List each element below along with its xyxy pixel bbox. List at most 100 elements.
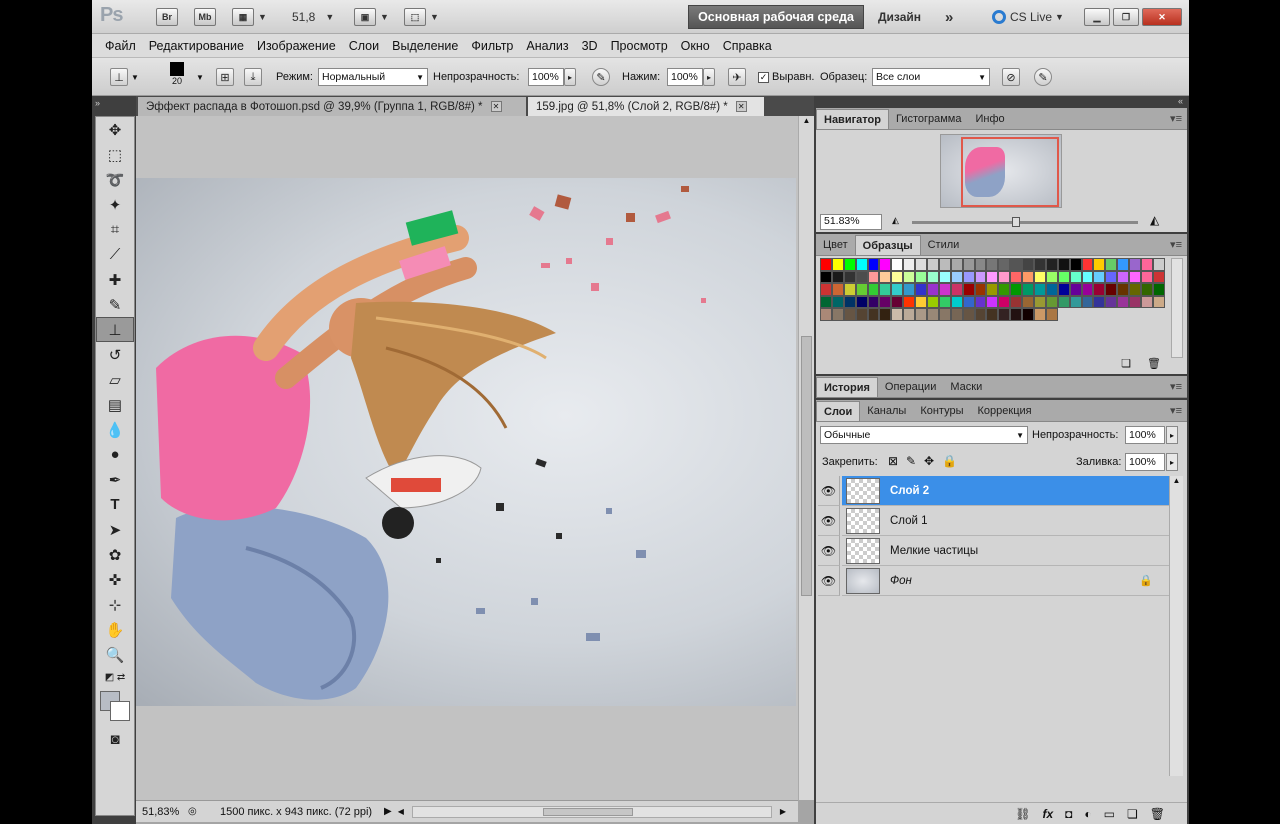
swatch[interactable] [1105,270,1118,283]
swatch[interactable] [998,283,1011,296]
swatch[interactable] [938,295,951,308]
swatch[interactable] [1022,283,1035,296]
swatch[interactable] [867,283,880,296]
tab-adjustments[interactable]: Коррекция [971,401,1039,421]
swatch[interactable] [1057,295,1070,308]
workspace-design-button[interactable]: Дизайн [878,6,921,28]
swatch[interactable] [1034,258,1046,271]
tab-document-2[interactable]: 159.jpg @ 51,8% (Слой 2, RGB/8#) * ✕ [528,97,764,116]
swatch[interactable] [1152,295,1165,308]
swatch[interactable] [1010,258,1023,271]
pressure-opacity-icon[interactable]: ✎ [592,68,610,86]
swatch[interactable] [962,295,975,308]
canvas-image[interactable] [136,178,796,706]
menu-help[interactable]: Справка [723,39,772,53]
swatch[interactable] [927,283,939,296]
panel-menu-icon[interactable]: ▾≡ [1170,238,1182,251]
clone-stamp-tool-icon[interactable]: ⊥ [96,317,134,342]
aligned-checkbox[interactable]: ✓ Выравн. [758,68,814,86]
layer-row-background[interactable]: Фон 🔒 [842,566,1169,596]
swatch[interactable] [891,258,904,271]
swatch[interactable] [1010,295,1023,308]
swatch[interactable] [831,308,844,321]
swatch[interactable] [1141,283,1153,296]
menu-analysis[interactable]: Анализ [526,39,568,53]
cs-live-button[interactable]: CS Live ▼ [992,6,1064,28]
swatch[interactable] [831,295,844,308]
menu-select[interactable]: Выделение [392,39,458,53]
swatch[interactable] [831,270,844,283]
swatches-scrollbar[interactable] [1171,258,1183,358]
dodge-tool-icon[interactable]: ● [96,442,134,467]
swatch[interactable] [1105,258,1118,271]
swatch[interactable] [950,283,963,296]
swatch[interactable] [1069,295,1082,308]
swatch[interactable] [915,295,928,308]
swatch[interactable] [891,295,904,308]
menu-3d[interactable]: 3D [582,39,598,53]
lock-transparency-icon[interactable]: ⊠ [888,454,898,468]
history-brush-tool-icon[interactable]: ↺ [96,342,134,367]
swap-colors-icon[interactable]: ◩ ⇄ [96,667,134,687]
swatch[interactable] [879,258,892,271]
flow-input[interactable]: 100% [667,68,703,86]
type-tool-icon[interactable]: T [96,492,134,517]
swatch[interactable] [903,270,916,283]
opacity-input[interactable]: 100% [528,68,564,86]
swatch[interactable] [1057,258,1070,271]
swatch[interactable] [1034,270,1046,283]
background-color[interactable] [110,701,130,721]
layer-style-icon[interactable]: fx [1042,807,1053,821]
swatch[interactable] [1129,295,1142,308]
swatch[interactable] [1117,258,1130,271]
swatch[interactable] [820,270,832,283]
tab-layers[interactable]: Слои [816,401,861,421]
swatch[interactable] [903,308,916,321]
layer-row-layer1[interactable]: Слой 1 [842,506,1169,536]
swatch[interactable] [915,258,928,271]
brush-picker-arrow[interactable]: ▼ [196,68,204,86]
lock-image-icon[interactable]: ✎ [906,454,916,468]
layers-scrollbar[interactable]: ▲ [1169,476,1183,776]
view-extras-button[interactable]: ▦ ▼ [232,6,267,28]
swatch[interactable] [867,258,880,271]
swatch[interactable] [962,270,975,283]
menu-window[interactable]: Окно [681,39,710,53]
path-selection-tool-icon[interactable]: ➤ [96,517,134,542]
swatch[interactable] [820,308,832,321]
swatch[interactable] [962,308,975,321]
lock-position-icon[interactable]: ✥ [924,454,934,468]
swatch[interactable] [986,283,999,296]
hand-tool-icon[interactable]: ✋ [96,617,134,642]
swatch[interactable] [903,295,916,308]
swatch[interactable] [843,270,856,283]
swatch[interactable] [1057,283,1070,296]
menu-layers[interactable]: Слои [349,39,379,53]
swatch[interactable] [891,308,904,321]
swatch[interactable] [1129,283,1142,296]
tab-channels[interactable]: Каналы [860,401,913,421]
panel-menu-icon[interactable]: ▾≡ [1170,404,1182,417]
tab-swatches[interactable]: Образцы [854,235,921,255]
layer-row-particles[interactable]: Мелкие частицы [842,536,1169,566]
swatch[interactable] [867,308,880,321]
canvas-area[interactable] [136,116,798,800]
navigator-zoom-input[interactable]: 51.83% [820,214,882,230]
swatch[interactable] [986,270,999,283]
swatch[interactable] [974,283,987,296]
blur-tool-icon[interactable]: 💧 [96,417,134,442]
swatch[interactable] [855,270,868,283]
swatch[interactable] [1093,270,1106,283]
vertical-scrollbar[interactable]: ▲ [798,116,814,800]
swatches-grid[interactable] [820,258,1165,321]
swatch[interactable] [1022,258,1035,271]
scroll-left-icon[interactable]: ◀ [398,807,404,816]
swatch[interactable] [974,308,987,321]
swatch[interactable] [938,308,951,321]
sample-select[interactable]: Все слои ▼ [872,68,990,86]
pressure-size-icon[interactable]: ✎ [1034,68,1052,86]
swatch[interactable] [1045,258,1058,271]
zoom-out-icon[interactable]: ◭ [892,215,899,226]
swatch[interactable] [843,283,856,296]
close-button[interactable]: ✕ [1142,8,1182,26]
